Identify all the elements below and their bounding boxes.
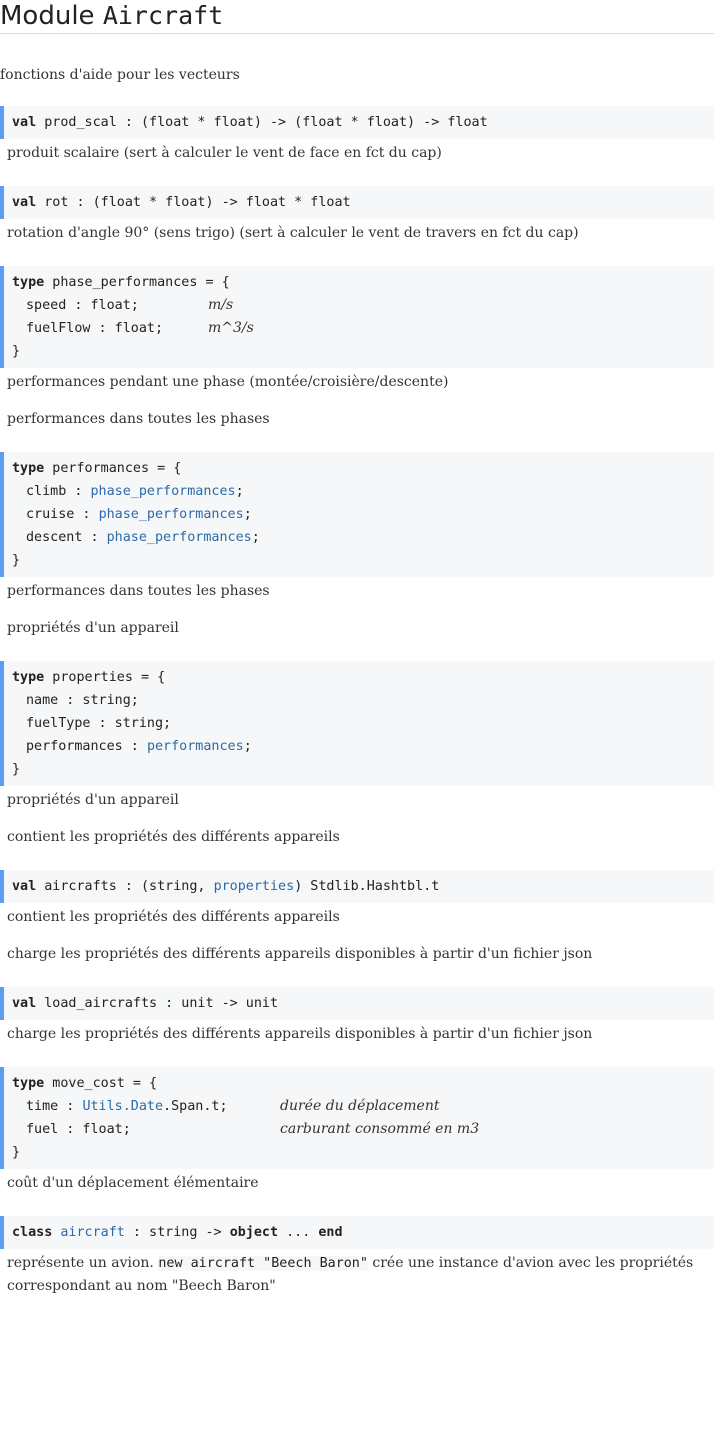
doc-performances-1: performances dans toutes les phases [7, 583, 270, 599]
doc-phase-performances-2: performances dans toutes les phases [7, 411, 270, 427]
comment-fuel: carburant consommé en m3 [280, 1121, 480, 1137]
keyword-type: type [12, 1076, 45, 1091]
signature-class-start: : string -> [124, 1225, 230, 1240]
keyword-type: type [12, 670, 45, 685]
doc-phase-performances-1: performances pendant une phase (montée/c… [7, 374, 449, 390]
doc-move-cost: coût d'un déplacement élémentaire [7, 1175, 259, 1191]
keyword-val: val [12, 115, 37, 130]
spec-rot: val rot : (float * float) -> float * flo… [0, 186, 714, 219]
keyword-class: class [12, 1225, 53, 1240]
keyword-val: val [12, 879, 37, 894]
semicolon: ; [235, 484, 244, 499]
doc-properties-2: contient les propriétés des différents a… [7, 829, 340, 845]
spec-aircraft-class: class aircraft : string -> object ... en… [0, 1216, 714, 1249]
brace-close: } [12, 344, 21, 359]
doc-load-aircrafts: charge les propriétés des différents app… [7, 1026, 593, 1042]
brace-close: } [12, 1145, 21, 1160]
link-properties[interactable]: properties [214, 879, 295, 894]
comment-time: durée du déplacement [280, 1098, 440, 1114]
keyword-type: type [12, 275, 45, 290]
doc-properties-1: propriétés d'un appareil [7, 792, 179, 808]
signature-aircrafts-end: ) Stdlib.Hashtbl.t [294, 879, 440, 894]
field-climb: climb : [26, 484, 91, 499]
signature-load-aircrafts: load_aircrafts : unit -> unit [36, 996, 279, 1011]
module-name: Aircraft [102, 1, 224, 30]
doc-aircraft-class: représente un avion. new aircraft "Beech… [7, 1252, 714, 1298]
type-head: phase_performances = { [44, 275, 230, 290]
field-descent: descent : [26, 530, 107, 545]
link-phase-performances[interactable]: phase_performances [99, 507, 244, 522]
type-head: move_cost = { [44, 1076, 158, 1091]
spec-performances: type performances = { climb : phase_perfo… [0, 452, 714, 577]
spec-load-aircrafts: val load_aircrafts : unit -> unit [0, 987, 714, 1020]
spec-aircrafts: val aircrafts : (string, properties) Std… [0, 870, 714, 903]
doc-aircrafts-1: contient les propriétés des différents a… [7, 909, 340, 925]
comment-speed: m/s [208, 297, 234, 313]
keyword-object: object [229, 1225, 279, 1240]
link-utils-date[interactable]: Utils.Date [82, 1099, 163, 1114]
doc-prod-scal: produit scalaire (sert à calculer le ven… [7, 145, 442, 161]
spec-prod-scal: val prod_scal : (float * float) -> (floa… [0, 106, 714, 139]
type-head: performances = { [44, 461, 182, 476]
brace-close: } [12, 762, 21, 777]
link-phase-performances[interactable]: phase_performances [91, 484, 236, 499]
inline-code: new aircraft "Beech Baron" [158, 1256, 368, 1271]
doc-aircrafts-2: charge les propriétés des différents app… [7, 946, 593, 962]
keyword-val: val [12, 996, 37, 1011]
semicolon: ; [243, 507, 252, 522]
module-page: Module Aircraft fonctions d'aide pour le… [0, 0, 720, 1298]
field-fuelflow: fuelFlow : float; [26, 321, 164, 336]
type-head: properties = { [44, 670, 166, 685]
keyword-end: end [318, 1225, 343, 1240]
field-cruise: cruise : [26, 507, 99, 522]
field-performances: performances : [26, 739, 147, 754]
field-name: name : string; [26, 693, 139, 708]
field-time-type: .Span.t; [163, 1099, 228, 1114]
signature-prod-scal: prod_scal : (float * float) -> (float * … [36, 115, 488, 130]
keyword-type: type [12, 461, 45, 476]
field-fuel: fuel : float; [26, 1122, 131, 1137]
intro-text: fonctions d'aide pour les vecteurs [0, 67, 240, 83]
doc-rot: rotation d'angle 90° (sens trigo) (sert … [7, 225, 579, 241]
doc-performances-2: propriétés d'un appareil [7, 620, 179, 636]
field-fueltype: fuelType : string; [26, 716, 172, 731]
signature-ellipsis: ... [278, 1225, 319, 1240]
field-time: time : [26, 1099, 83, 1114]
spec-phase-performances: type phase_performances = { speed : float… [0, 266, 714, 368]
brace-close: } [12, 553, 21, 568]
link-performances[interactable]: performances [147, 739, 244, 754]
doc-text-start: représente un avion. [7, 1255, 159, 1271]
semicolon: ; [251, 530, 260, 545]
link-phase-performances[interactable]: phase_performances [107, 530, 252, 545]
spec-move-cost: type move_cost = { time : Utils.Date.Span… [0, 1067, 714, 1169]
spec-properties: type properties = { name : string; fuelTyp… [0, 661, 714, 786]
page-title: Module Aircraft [0, 0, 714, 34]
signature-aircrafts-start: aircrafts : (string, [36, 879, 214, 894]
signature-rot: rot : (float * float) -> float * float [36, 195, 351, 210]
title-prefix: Module [0, 1, 95, 31]
semicolon: ; [243, 739, 252, 754]
comment-fuelflow: m^3/s [208, 320, 254, 336]
keyword-val: val [12, 195, 37, 210]
field-speed: speed : float; [26, 298, 139, 313]
link-aircraft-class[interactable]: aircraft [60, 1225, 125, 1240]
